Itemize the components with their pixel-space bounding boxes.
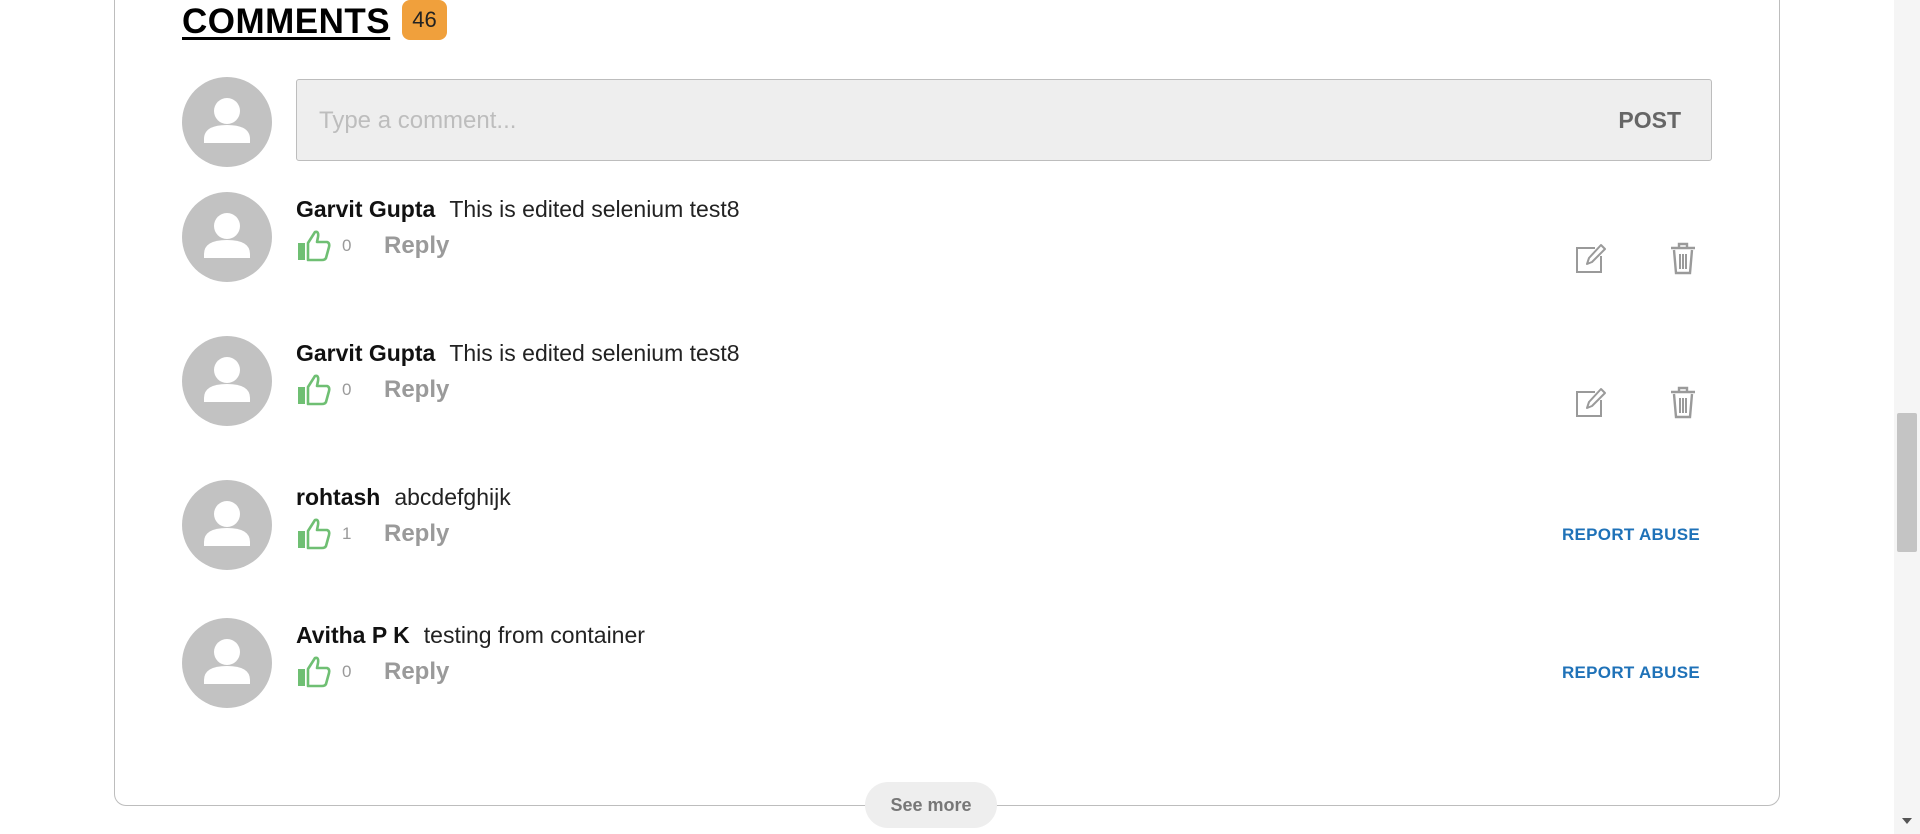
- user-icon: [204, 98, 250, 143]
- reply-link[interactable]: Reply: [384, 232, 449, 260]
- comment-author: Garvit Gupta: [296, 196, 436, 222]
- comment-text: This is edited selenium test8: [449, 340, 740, 366]
- report-abuse-link[interactable]: REPORT ABUSE: [1562, 663, 1700, 683]
- scrollbar-thumb[interactable]: [1897, 413, 1917, 552]
- like-count: 0: [342, 236, 352, 255]
- thumbs-up-icon[interactable]: [296, 516, 332, 552]
- comment-actions: 0 Reply: [296, 654, 449, 690]
- delete-icon[interactable]: [1666, 240, 1700, 276]
- comment-actions: 0 Reply: [296, 228, 449, 264]
- scroll-down-arrow-icon[interactable]: [1899, 815, 1915, 827]
- see-more-button[interactable]: See more: [865, 782, 997, 828]
- comment-actions: 0 Reply: [296, 372, 449, 408]
- comment-text: This is edited selenium test8: [449, 196, 740, 222]
- comment-line: Avitha P K testing from container: [296, 621, 645, 649]
- comment-line: Garvit Gupta This is edited selenium test…: [296, 195, 740, 223]
- comment-avatar: [182, 618, 272, 708]
- user-icon: [204, 501, 250, 546]
- comment-line: rohtash abcdefghijk: [296, 483, 511, 511]
- like-count: 1: [342, 524, 352, 543]
- comment-avatar: [182, 192, 272, 282]
- comment-line: Garvit Gupta This is edited selenium test…: [296, 339, 740, 367]
- user-icon: [204, 213, 250, 258]
- comment-count-badge: 46: [402, 0, 447, 40]
- user-icon: [204, 357, 250, 402]
- comment-text: abcdefghijk: [394, 484, 511, 510]
- comment-composer: POST: [296, 79, 1712, 162]
- user-icon: [204, 639, 250, 684]
- edit-icon[interactable]: [1573, 240, 1607, 276]
- comment-input[interactable]: [317, 80, 1571, 162]
- reply-link[interactable]: Reply: [384, 520, 449, 548]
- comment-author: rohtash: [296, 484, 381, 510]
- comments-title: COMMENTS: [182, 2, 391, 41]
- thumbs-up-icon[interactable]: [296, 372, 332, 408]
- comment-author: Avitha P K: [296, 622, 410, 648]
- like-count: 0: [342, 380, 352, 399]
- reply-link[interactable]: Reply: [384, 658, 449, 686]
- thumbs-up-icon[interactable]: [296, 228, 332, 264]
- like-count: 0: [342, 662, 352, 681]
- reply-link[interactable]: Reply: [384, 376, 449, 404]
- current-user-avatar: [182, 77, 272, 167]
- thumbs-up-icon[interactable]: [296, 654, 332, 690]
- post-button[interactable]: POST: [1618, 80, 1681, 160]
- comment-actions: 1 Reply: [296, 516, 449, 552]
- comment-text: testing from container: [423, 622, 645, 648]
- comment-author: Garvit Gupta: [296, 340, 436, 366]
- delete-icon[interactable]: [1666, 384, 1700, 420]
- comment-avatar: [182, 336, 272, 426]
- edit-icon[interactable]: [1573, 384, 1607, 420]
- comment-avatar: [182, 480, 272, 570]
- report-abuse-link[interactable]: REPORT ABUSE: [1562, 525, 1700, 545]
